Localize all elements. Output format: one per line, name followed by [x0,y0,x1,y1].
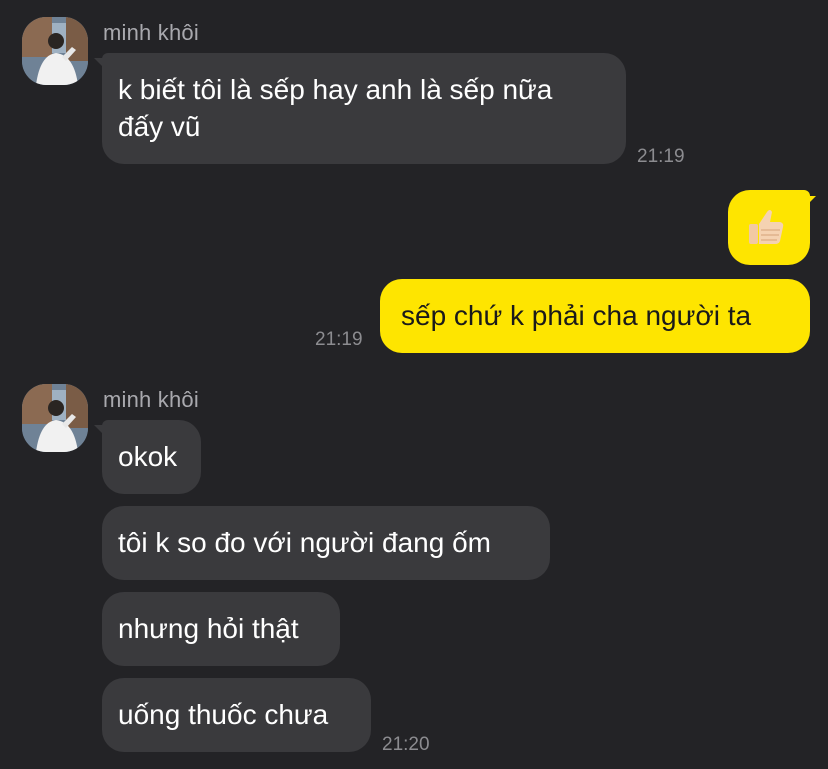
sender-avatar[interactable] [22,17,88,85]
message-line: k biết tôi là sếp hay anh là sếp nữa [118,74,553,105]
message-line: đấy vũ [118,111,201,142]
incoming-message[interactable]: okok [102,420,201,494]
bubble-tail [94,425,104,435]
sender-avatar[interactable] [22,384,88,452]
message-timestamp: 21:20 [382,734,430,755]
incoming-message[interactable]: uống thuốc chưa [102,678,371,752]
bubble-tail [806,196,816,206]
incoming-message[interactable]: tôi k so đo với người đang ốm [102,506,550,580]
profile-photo-icon [22,384,88,452]
outgoing-message[interactable]: sếp chứ k phải cha người ta [380,279,810,353]
message-timestamp: 21:19 [315,329,363,350]
sender-name: minh khôi [103,387,199,412]
sender-name: minh khôi [103,20,199,45]
incoming-message[interactable]: k biết tôi là sếp hay anh là sếp nữa đấy… [102,53,626,164]
outgoing-emoji-message[interactable] [728,190,810,265]
chat-thread: minh khôi k biết tôi là sếp hay anh là s… [0,0,828,769]
bubble-tail [94,58,104,68]
profile-photo-icon [22,17,88,85]
thumbs-up-icon [745,206,787,248]
incoming-message[interactable]: nhưng hỏi thật [102,592,340,666]
message-timestamp: 21:19 [637,146,685,167]
